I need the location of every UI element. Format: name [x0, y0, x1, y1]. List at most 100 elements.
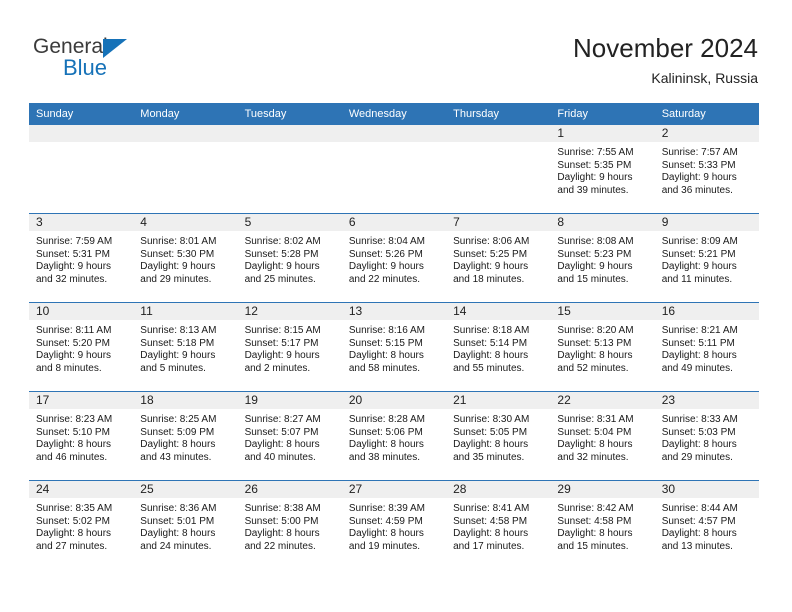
day-details: Sunrise: 8:18 AM Sunset: 5:14 PM Daylight:… [446, 320, 550, 375]
calendar-day-cell[interactable]: 22 Sunrise: 8:31 AM Sunset: 5:04 PM Dayligh… [550, 391, 655, 481]
calendar-day-cell[interactable]: 23 Sunrise: 8:33 AM Sunset: 5:03 PM Dayligh… [654, 391, 759, 481]
day-number: 6 [341, 214, 447, 231]
day-detail-line: Sunrise: 8:11 AM [36, 325, 112, 336]
day-number: 8 [550, 214, 655, 231]
day-number: 5 [237, 214, 342, 231]
calendar-empty-cell [237, 124, 342, 214]
day-detail-line: Sunset: 4:58 PM [453, 515, 528, 527]
page-title: November 2024 [573, 33, 758, 63]
calendar-body: 1 Sunrise: 7:55 AM Sunset: 5:35 PM Daylight… [29, 124, 759, 569]
general-blue-logo[interactable]: General Blue [33, 36, 213, 86]
calendar-day-cell[interactable]: 20 Sunrise: 8:28 AM Sunset: 5:06 PM Dayligh… [341, 391, 447, 481]
day-detail-line: and 49 minutes. [661, 362, 733, 374]
day-detail-line: Daylight: 9 hours [140, 350, 216, 362]
day-details: Sunrise: 8:39 AM Sunset: 4:59 PM Daylight:… [342, 498, 446, 553]
day-number [341, 125, 447, 142]
day-detail-line: Daylight: 9 hours [661, 261, 737, 273]
day-number: 23 [654, 392, 759, 409]
logo-text-blue: Blue [63, 55, 108, 80]
day-details: Sunrise: 8:21 AM Sunset: 5:11 PM Daylight:… [655, 320, 759, 375]
day-details: Sunrise: 7:59 AM Sunset: 5:31 PM Daylight:… [29, 231, 133, 286]
calendar-day-cell[interactable]: 6 Sunrise: 8:04 AM Sunset: 5:26 PM Daylight… [341, 213, 447, 303]
day-details: Sunrise: 8:27 AM Sunset: 5:07 PM Daylight:… [238, 409, 342, 464]
day-detail-line: Daylight: 8 hours [453, 350, 529, 362]
calendar-day-cell[interactable]: 14 Sunrise: 8:18 AM Sunset: 5:14 PM Dayligh… [446, 302, 551, 392]
day-detail-line: Sunset: 4:58 PM [557, 515, 632, 527]
calendar-day-cell[interactable]: 19 Sunrise: 8:27 AM Sunset: 5:07 PM Dayligh… [237, 391, 342, 481]
calendar-week-row: 17 Sunrise: 8:23 AM Sunset: 5:10 PM Dayligh… [29, 391, 759, 481]
day-detail-line: Daylight: 8 hours [557, 439, 633, 451]
day-detail-line: Daylight: 8 hours [348, 439, 424, 451]
calendar-day-cell[interactable]: 4 Sunrise: 8:01 AM Sunset: 5:30 PM Daylight… [133, 213, 238, 303]
calendar-day-cell[interactable]: 8 Sunrise: 8:08 AM Sunset: 5:23 PM Daylight… [550, 213, 655, 303]
calendar-day-cell[interactable]: 26 Sunrise: 8:38 AM Sunset: 5:00 PM Dayligh… [237, 480, 342, 569]
calendar-day-cell[interactable]: 9 Sunrise: 8:09 AM Sunset: 5:21 PM Daylight… [654, 213, 759, 303]
calendar-day-cell[interactable]: 30 Sunrise: 8:44 AM Sunset: 4:57 PM Dayligh… [654, 480, 759, 569]
day-details: Sunrise: 8:20 AM Sunset: 5:13 PM Daylight:… [550, 320, 654, 375]
calendar-day-cell[interactable]: 18 Sunrise: 8:25 AM Sunset: 5:09 PM Dayligh… [133, 391, 238, 481]
calendar-day-cell[interactable]: 2 Sunrise: 7:57 AM Sunset: 5:33 PM Daylight… [654, 124, 759, 214]
day-detail-line: Sunrise: 8:38 AM [244, 503, 321, 514]
day-detail-line: Daylight: 8 hours [244, 528, 320, 540]
day-detail-line: and 29 minutes. [661, 451, 733, 463]
day-number: 24 [29, 481, 134, 498]
day-detail-line: and 58 minutes. [348, 362, 421, 374]
calendar-day-cell[interactable]: 10 Sunrise: 8:11 AM Sunset: 5:20 PM Dayligh… [29, 302, 134, 392]
day-detail-line: and 8 minutes. [36, 362, 102, 374]
day-detail-line: Daylight: 9 hours [453, 261, 529, 273]
day-detail-line: Sunset: 5:15 PM [348, 337, 423, 349]
day-detail-line: and 25 minutes. [244, 273, 316, 285]
calendar-day-cell[interactable]: 5 Sunrise: 8:02 AM Sunset: 5:28 PM Daylight… [237, 213, 342, 303]
day-detail-line: Sunrise: 7:59 AM [36, 236, 113, 247]
day-detail-line: Sunrise: 8:39 AM [348, 503, 425, 514]
weekday-header-monday: Monday [133, 103, 238, 125]
calendar-day-cell[interactable]: 7 Sunrise: 8:06 AM Sunset: 5:25 PM Daylight… [446, 213, 551, 303]
calendar-day-cell[interactable]: 27 Sunrise: 8:39 AM Sunset: 4:59 PM Dayligh… [341, 480, 447, 569]
day-detail-line: Sunset: 5:00 PM [244, 515, 319, 527]
day-number [237, 125, 342, 142]
day-detail-line: and 43 minutes. [140, 451, 212, 463]
day-detail-line: Sunset: 5:33 PM [661, 159, 736, 171]
calendar-day-cell[interactable]: 24 Sunrise: 8:35 AM Sunset: 5:02 PM Dayligh… [29, 480, 134, 569]
day-details: Sunrise: 8:36 AM Sunset: 5:01 PM Daylight:… [133, 498, 237, 553]
calendar-day-cell[interactable]: 17 Sunrise: 8:23 AM Sunset: 5:10 PM Dayligh… [29, 391, 134, 481]
day-details: Sunrise: 8:41 AM Sunset: 4:58 PM Daylight:… [446, 498, 550, 553]
calendar-day-cell[interactable]: 16 Sunrise: 8:21 AM Sunset: 5:11 PM Dayligh… [654, 302, 759, 392]
calendar-day-cell[interactable]: 1 Sunrise: 7:55 AM Sunset: 5:35 PM Daylight… [550, 124, 655, 214]
calendar-day-cell[interactable]: 3 Sunrise: 7:59 AM Sunset: 5:31 PM Daylight… [29, 213, 134, 303]
day-details: Sunrise: 7:57 AM Sunset: 5:33 PM Daylight:… [655, 142, 759, 197]
weekday-header-tuesday: Tuesday [237, 103, 342, 125]
day-number: 16 [654, 303, 759, 320]
calendar-day-cell[interactable]: 29 Sunrise: 8:42 AM Sunset: 4:58 PM Dayligh… [550, 480, 655, 569]
day-detail-line: Daylight: 9 hours [244, 261, 320, 273]
day-details [238, 142, 342, 147]
day-detail-line: Sunset: 5:21 PM [661, 248, 736, 260]
day-detail-line: Sunrise: 8:04 AM [348, 236, 425, 247]
day-detail-line: Sunset: 5:31 PM [36, 248, 110, 260]
day-details: Sunrise: 8:01 AM Sunset: 5:30 PM Daylight:… [133, 231, 237, 286]
calendar-day-cell[interactable]: 25 Sunrise: 8:36 AM Sunset: 5:01 PM Dayligh… [133, 480, 238, 569]
day-detail-line: Daylight: 8 hours [453, 439, 529, 451]
day-details: Sunrise: 8:35 AM Sunset: 5:02 PM Daylight:… [29, 498, 133, 553]
day-detail-line: Sunset: 5:06 PM [348, 426, 423, 438]
day-details [133, 142, 237, 147]
day-detail-line: Sunrise: 8:01 AM [140, 236, 217, 247]
calendar-day-cell[interactable]: 28 Sunrise: 8:41 AM Sunset: 4:58 PM Dayligh… [446, 480, 551, 569]
day-detail-line: Sunrise: 7:57 AM [661, 147, 738, 158]
calendar-week-row: 24 Sunrise: 8:35 AM Sunset: 5:02 PM Dayligh… [29, 480, 759, 569]
calendar-day-cell[interactable]: 12 Sunrise: 8:15 AM Sunset: 5:17 PM Dayligh… [237, 302, 342, 392]
calendar-day-cell[interactable]: 13 Sunrise: 8:16 AM Sunset: 5:15 PM Dayligh… [341, 302, 447, 392]
day-number: 10 [29, 303, 134, 320]
day-number: 20 [341, 392, 447, 409]
day-details: Sunrise: 8:23 AM Sunset: 5:10 PM Daylight:… [29, 409, 133, 464]
day-detail-line: Sunrise: 8:31 AM [557, 414, 634, 425]
day-number: 1 [550, 125, 655, 142]
calendar-day-cell[interactable]: 15 Sunrise: 8:20 AM Sunset: 5:13 PM Dayligh… [550, 302, 655, 392]
day-details: Sunrise: 8:33 AM Sunset: 5:03 PM Daylight:… [655, 409, 759, 464]
calendar-day-cell[interactable]: 21 Sunrise: 8:30 AM Sunset: 5:05 PM Dayligh… [446, 391, 551, 481]
day-detail-line: Daylight: 9 hours [348, 261, 424, 273]
day-number [446, 125, 551, 142]
day-details: Sunrise: 8:06 AM Sunset: 5:25 PM Daylight:… [446, 231, 550, 286]
day-detail-line: and 13 minutes. [661, 540, 733, 552]
calendar-day-cell[interactable]: 11 Sunrise: 8:13 AM Sunset: 5:18 PM Dayligh… [133, 302, 238, 392]
